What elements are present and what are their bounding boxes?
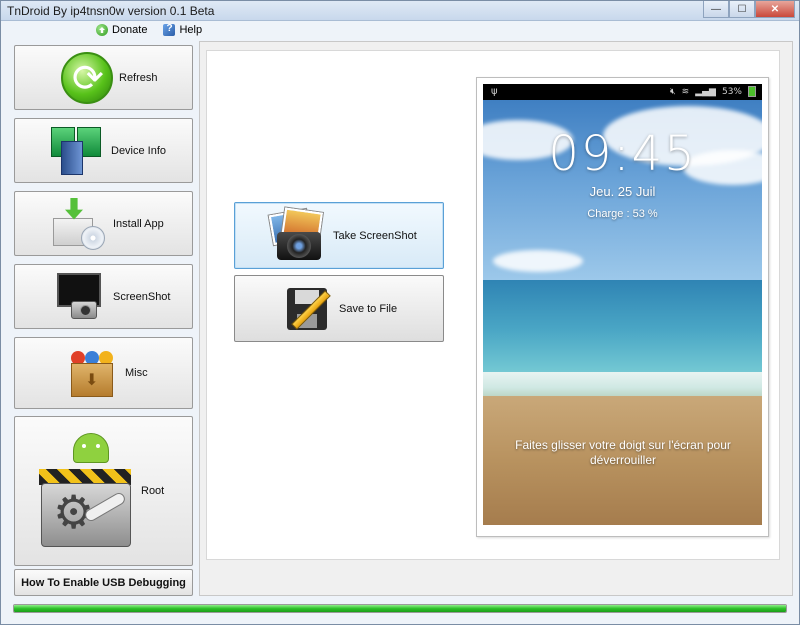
usb-debugging-button[interactable]: How To Enable USB Debugging xyxy=(14,569,193,596)
menu-bar: Donate Help xyxy=(93,22,205,38)
donate-icon xyxy=(96,24,108,36)
menu-item-donate[interactable]: Donate xyxy=(93,22,150,38)
phone-preview-frame: ψ 🔇︎ ≋ ▂▄▆ 53% 09:45 Jeu. 25 Juil Charge… xyxy=(476,77,769,537)
battery-percent: 53% xyxy=(721,86,742,97)
mute-icon: 🔇︎ xyxy=(670,86,676,97)
lockscreen-date: Jeu. 25 Juil xyxy=(589,184,656,199)
floppy-icon xyxy=(283,284,333,334)
root-icon: ⚙ xyxy=(31,431,135,551)
menu-item-help[interactable]: Help xyxy=(160,22,205,38)
screenshot-panel: Take ScreenShot Save to File ψ 🔇︎ ≋ ▂▄▆ … xyxy=(206,50,780,560)
take-screenshot-button[interactable]: Take ScreenShot xyxy=(234,202,444,269)
take-screenshot-label: Take ScreenShot xyxy=(333,229,417,242)
misc-button[interactable]: Misc xyxy=(14,337,193,409)
install-app-icon xyxy=(51,197,107,250)
device-info-button[interactable]: Device Info xyxy=(14,118,193,183)
battery-icon xyxy=(748,86,756,97)
lockscreen-time: 09:45 xyxy=(548,126,697,182)
camera-icon xyxy=(267,207,327,264)
wifi-icon: ≋ xyxy=(681,86,690,97)
content-panel: Take ScreenShot Save to File ψ 🔇︎ ≋ ▂▄▆ … xyxy=(199,41,793,596)
status-icons: 🔇︎ ≋ ▂▄▆ 53% xyxy=(670,86,756,97)
maximize-button[interactable]: ☐ xyxy=(729,1,755,18)
menu-item-donate-label: Donate xyxy=(112,24,148,36)
signal-icon: ▂▄▆ xyxy=(695,86,716,97)
menu-item-help-label: Help xyxy=(179,24,203,36)
install-app-button[interactable]: Install App xyxy=(14,191,193,256)
surf-background xyxy=(483,372,762,398)
refresh-label: Refresh xyxy=(119,71,158,84)
screenshot-icon xyxy=(53,271,107,323)
save-to-file-button[interactable]: Save to File xyxy=(234,275,444,342)
phone-screenshot: ψ 🔇︎ ≋ ▂▄▆ 53% 09:45 Jeu. 25 Juil Charge… xyxy=(483,84,762,525)
root-button[interactable]: ⚙ Root xyxy=(14,416,193,566)
screenshot-label: ScreenShot xyxy=(113,290,171,303)
window-title: TnDroid By ip4tnsn0w version 0.1 Beta xyxy=(7,4,215,18)
phone-status-bar: ψ 🔇︎ ≋ ▂▄▆ 53% xyxy=(483,84,762,100)
misc-icon xyxy=(65,345,119,401)
sidebar: Refresh Device Info Install App ScreenSh… xyxy=(9,41,199,601)
app-window: TnDroid By ip4tnsn0w version 0.1 Beta — … xyxy=(0,0,800,625)
lockscreen-unlock-hint: Faites glisser votre doigt sur l'écran p… xyxy=(515,438,731,467)
refresh-icon xyxy=(61,51,113,104)
install-app-label: Install App xyxy=(113,217,164,230)
usb-icon: ψ xyxy=(491,86,498,97)
help-icon xyxy=(163,23,176,36)
title-bar[interactable]: TnDroid By ip4tnsn0w version 0.1 Beta — … xyxy=(1,1,799,21)
minimize-button[interactable]: — xyxy=(703,1,729,18)
lockscreen-charge: Charge : 53 % xyxy=(587,208,658,220)
misc-label: Misc xyxy=(125,367,148,379)
device-info-label: Device Info xyxy=(111,144,167,157)
progress-bar xyxy=(13,604,787,613)
save-to-file-label: Save to File xyxy=(339,302,398,315)
close-button[interactable]: ✕ xyxy=(755,1,795,18)
device-info-icon xyxy=(49,125,105,177)
window-controls: — ☐ ✕ xyxy=(703,1,795,19)
root-label: Root xyxy=(141,485,165,497)
screenshot-button[interactable]: ScreenShot xyxy=(14,264,193,329)
refresh-button[interactable]: Refresh xyxy=(14,45,193,110)
progress-fill xyxy=(14,605,786,612)
sea-background xyxy=(483,280,762,380)
